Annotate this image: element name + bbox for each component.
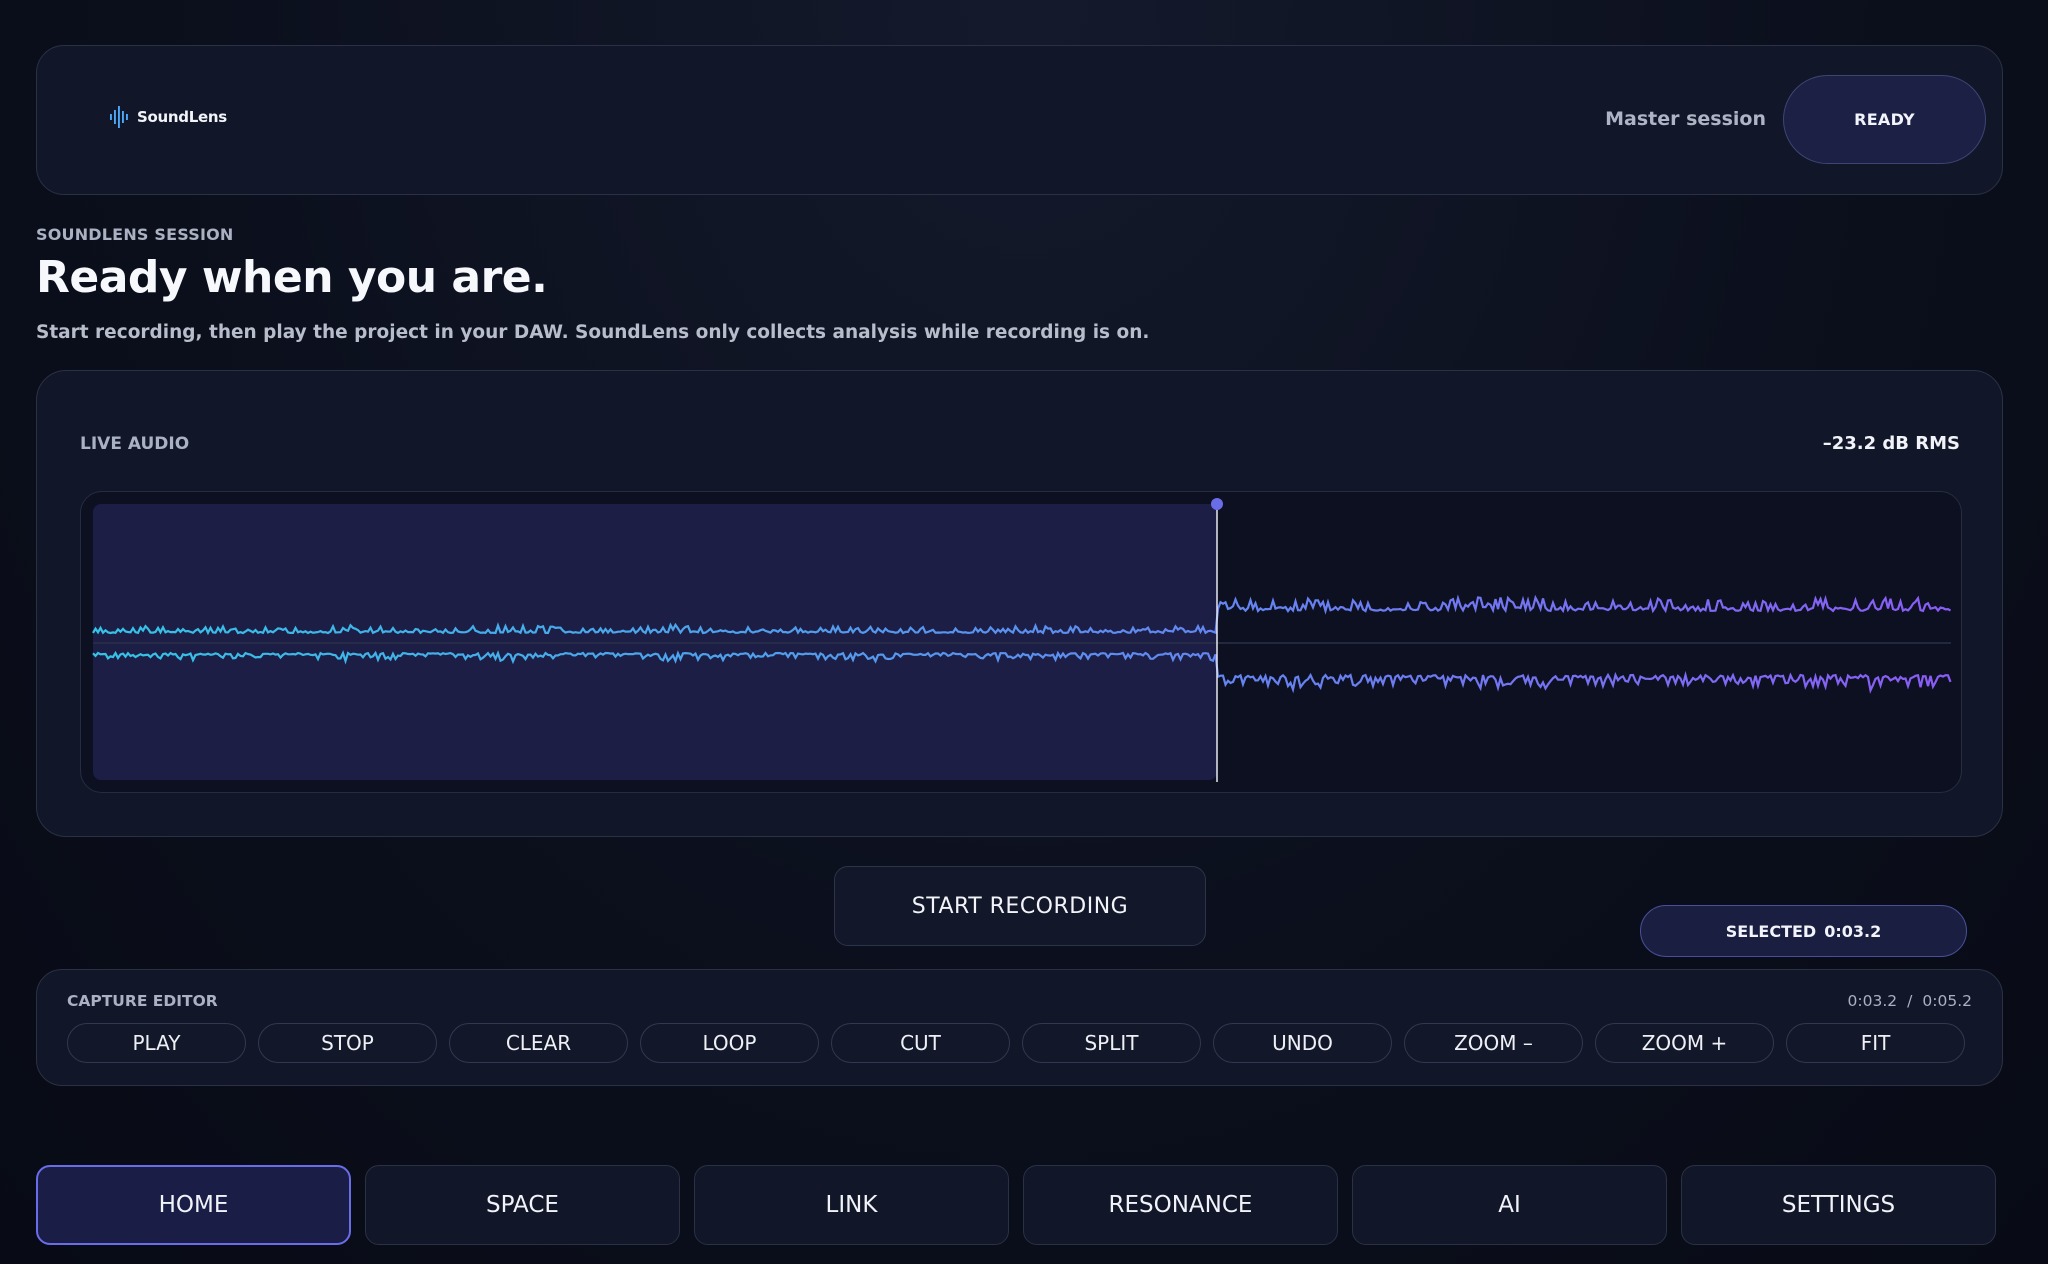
selection-value: 0:03.2 [1824,921,1882,941]
selection-region[interactable] [93,504,1217,780]
selection-badge: SELECTED 0:03.2 [1640,905,1967,957]
brand-name: SoundLens [137,108,227,126]
nav-resonance[interactable]: RESONANCE [1023,1165,1338,1245]
ready-status-button[interactable]: READY [1783,75,1986,164]
live-audio-label: LIVE AUDIO [80,434,190,454]
current-time: 0:03.2 [1847,992,1898,1010]
nav-link[interactable]: LINK [694,1165,1009,1245]
playhead-handle[interactable] [1211,498,1223,510]
capture-editor-label: CAPTURE EDITOR [67,992,218,1010]
selection-label: SELECTED [1725,921,1817,941]
nav-settings[interactable]: SETTINGS [1681,1165,1996,1245]
start-recording-button[interactable]: START RECORDING [834,866,1206,946]
nav-space[interactable]: SPACE [365,1165,680,1245]
zoom-in-button[interactable]: ZOOM + [1595,1023,1774,1063]
bottom-nav: HOME SPACE LINK RESONANCE AI SETTINGS [36,1165,1996,1245]
waveform-canvas[interactable] [81,492,1962,793]
session-label: Master session [1605,108,1766,130]
fit-button[interactable]: FIT [1786,1023,1965,1063]
waveform-logo-icon [110,106,128,128]
clear-button[interactable]: CLEAR [449,1023,628,1063]
time-separator: / [1907,992,1913,1010]
rms-readout: –23.2 dB RMS [1822,433,1960,454]
stop-button[interactable]: STOP [258,1023,437,1063]
split-button[interactable]: SPLIT [1022,1023,1201,1063]
loop-button[interactable]: LOOP [640,1023,819,1063]
editor-toolbar: PLAY STOP CLEAR LOOP CUT SPLIT UNDO ZOOM… [67,1023,1965,1063]
nav-ai[interactable]: AI [1352,1165,1667,1245]
waveform-display[interactable] [80,491,1962,793]
live-audio-panel: LIVE AUDIO –23.2 dB RMS [36,370,2003,837]
play-button[interactable]: PLAY [67,1023,246,1063]
app-header: SoundLens Master session READY [36,45,2003,195]
page-subtitle: Start recording, then play the project i… [36,322,1150,343]
brand-logo: SoundLens [109,104,227,130]
capture-editor: CAPTURE EDITOR 0:03.2 / 0:05.2 PLAY STOP… [36,969,2003,1086]
page-title: Ready when you are. [36,252,548,303]
session-kicker: SOUNDLENS SESSION [36,225,234,244]
undo-button[interactable]: UNDO [1213,1023,1392,1063]
cut-button[interactable]: CUT [831,1023,1010,1063]
editor-time-readout: 0:03.2 / 0:05.2 [1848,992,1972,1010]
zoom-out-button[interactable]: ZOOM – [1404,1023,1583,1063]
total-time: 0:05.2 [1922,992,1972,1010]
nav-home[interactable]: HOME [36,1165,351,1245]
